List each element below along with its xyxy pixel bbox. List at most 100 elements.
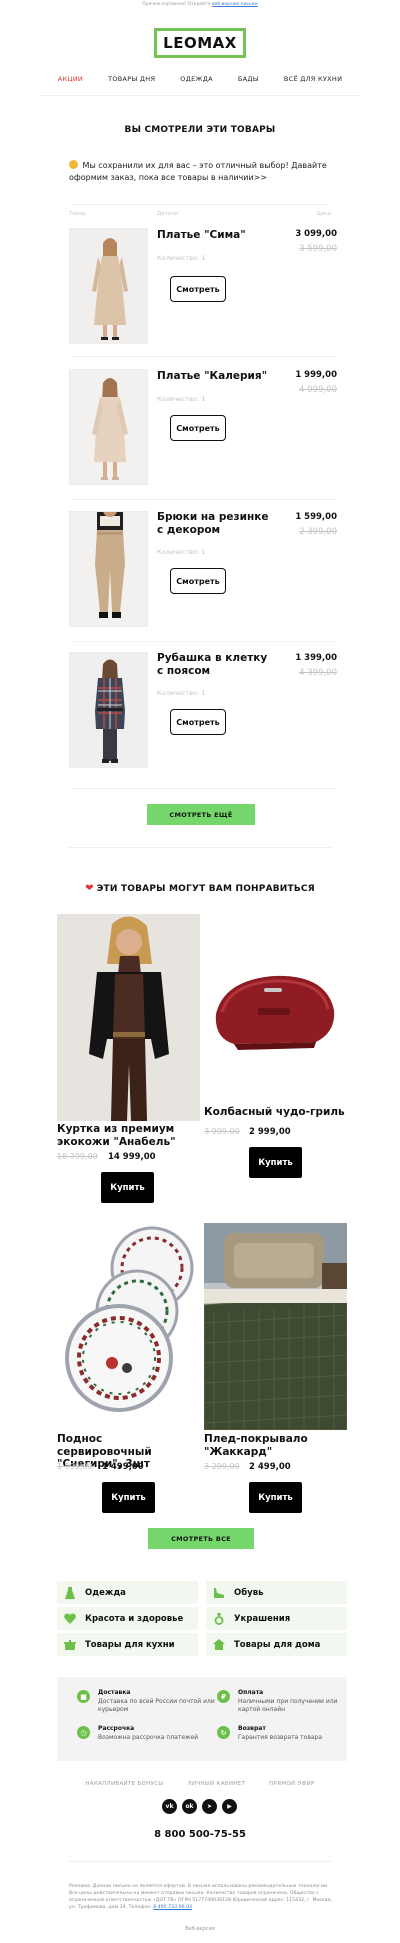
view-product-button[interactable]: Смотреть (170, 276, 226, 302)
bonus-link[interactable]: НАКАПЛИВАЙТЕ БОНУСЫ (85, 1781, 163, 1787)
product-quantity: Количество: 1 (157, 548, 206, 556)
buy-button[interactable]: Купить (101, 1172, 154, 1203)
column-product: Товар (69, 211, 86, 217)
row-divider (69, 788, 337, 789)
product-name[interactable]: Платье "Сима" (157, 229, 277, 242)
category-jewelry[interactable]: Украшения (206, 1607, 347, 1630)
legal-phone-link[interactable]: 8 495 733 96 03 (153, 1905, 192, 1910)
product-name[interactable]: Платье "Калерия" (157, 370, 277, 383)
nav-item-deals-of-day[interactable]: ТОВАРЫ ДНЯ (108, 75, 155, 83)
category-label: Красота и здоровье (85, 1613, 184, 1624)
product-old-price: 3 299,00 (204, 1462, 240, 1471)
perk-title: Возврат (238, 1725, 266, 1732)
column-details: Детали (157, 211, 179, 217)
top-nav: АКЦИИ ТОВАРЫ ДНЯ ОДЕЖДА БАДЫ ВСЁ ДЛЯ КУХ… (0, 72, 400, 86)
buy-button[interactable]: Купить (249, 1147, 302, 1178)
logo-text: LEOMAX (163, 34, 237, 52)
nav-item-clothing[interactable]: ОДЕЖДА (180, 75, 213, 83)
product-title[interactable]: Куртка из премиум экокожи "Анабель" (57, 1123, 200, 1148)
category-clothing[interactable]: Одежда (57, 1581, 198, 1604)
product-quantity: Количество: 1 (157, 689, 206, 697)
see-more-button[interactable]: СМОТРЕТЬ ЕЩЁ (147, 804, 255, 825)
product-photo[interactable] (204, 1223, 347, 1430)
product-name[interactable]: Брюки на резинке с декором (157, 511, 277, 537)
web-version-footer-link[interactable]: Веб-версия (0, 1926, 400, 1932)
perk-title: Оплата (238, 1689, 264, 1696)
perk-text: Наличными при получении или картой онлай… (238, 1698, 338, 1713)
nav-divider (39, 95, 361, 96)
ok-icon[interactable]: ok (182, 1799, 197, 1814)
product-old-price: 4 399,00 (299, 668, 337, 678)
brand-logo[interactable]: LEOMAX (154, 28, 246, 58)
category-beauty-health[interactable]: Красота и здоровье (57, 1607, 198, 1630)
product-old-price: 2 399,00 (299, 527, 337, 537)
row-divider (69, 641, 337, 642)
web-version-link[interactable]: веб-версию письма (212, 2, 258, 7)
category-shoes[interactable]: Обувь (206, 1581, 347, 1604)
account-link[interactable]: ЛИЧНЫЙ КАБИНЕТ (188, 1781, 246, 1787)
nav-item-kitchen[interactable]: ВСЁ ДЛЯ КУХНИ (284, 75, 342, 83)
perk-text: Возможна рассрочка платежей (98, 1734, 199, 1741)
product-price: 2 999,00 (249, 1127, 291, 1137)
product-name[interactable]: Рубашка в клетку с поясом (157, 652, 277, 678)
product-title[interactable]: Колбасный чудо-гриль (204, 1106, 347, 1119)
product-photo[interactable] (57, 1223, 200, 1430)
product-price: 1 999,00 (295, 370, 337, 380)
service-perks: ■ Доставка Доставка по всей России почто… (57, 1677, 347, 1761)
product-photo[interactable] (57, 914, 200, 1121)
viewed-table-header: Товар Детали Цена (69, 204, 331, 217)
legal-text: Реклама. Данное письмо не является оферт… (69, 1883, 335, 1911)
view-product-button[interactable]: Смотреть (170, 415, 226, 441)
buy-button[interactable]: Купить (102, 1482, 155, 1513)
product-photo[interactable] (204, 914, 347, 1121)
product-title[interactable]: Плед-покрывало "Жаккард" (204, 1433, 347, 1458)
perk-text: Гарантия возврата товара (238, 1734, 323, 1741)
product-old-price: 3 599,00 (299, 244, 337, 254)
view-product-button[interactable]: Смотреть (170, 568, 226, 594)
perk-text: Доставка по всей России почтой или курье… (98, 1698, 215, 1713)
live-stream-link[interactable]: ПРЯМОЙ ЭФИР (269, 1781, 315, 1787)
product-photo[interactable] (69, 511, 148, 627)
ruble-icon: ₽ (217, 1690, 230, 1703)
youtube-icon[interactable]: ▶ (222, 1799, 237, 1814)
nav-item-promotions[interactable]: АКЦИИ (58, 75, 83, 83)
house-icon (213, 1639, 225, 1651)
recommendations-title-text: ЭТИ ТОВАРЫ МОГУТ ВАМ ПОНРАВИТЬСЯ (96, 884, 315, 894)
buy-button[interactable]: Купить (249, 1482, 302, 1513)
telegram-icon[interactable]: ➤ (202, 1799, 217, 1814)
section-divider (69, 847, 331, 848)
category-label: Украшения (234, 1613, 291, 1624)
vk-icon[interactable]: vk (162, 1799, 177, 1814)
category-home[interactable]: Товары для дома (206, 1633, 347, 1656)
see-all-button[interactable]: СМОТРЕТЬ ВСЕ (148, 1528, 254, 1549)
recommendations-title: ❤ ЭТИ ТОВАРЫ МОГУТ ВАМ ПОНРАВИТЬСЯ (0, 883, 400, 894)
clock-icon: ◷ (77, 1726, 90, 1739)
product-photo[interactable] (69, 228, 148, 344)
product-price: 1 599,00 (295, 512, 337, 522)
product-old-price: 1 999,00 (57, 1462, 93, 1471)
product-price: 1 499,00 (102, 1462, 144, 1472)
category-kitchen[interactable]: Товары для кухни (57, 1633, 198, 1656)
hotline-phone[interactable]: 8 800 500-75-55 (0, 1829, 400, 1840)
product-old-price: 4 999,00 (299, 385, 337, 395)
perk-title: Рассрочка (98, 1725, 135, 1732)
product-old-price: 3 999,00 (204, 1127, 240, 1136)
pot-icon (64, 1639, 76, 1651)
perk-title: Доставка (98, 1689, 131, 1696)
product-photo[interactable] (69, 369, 148, 485)
category-label: Товары для дома (234, 1639, 321, 1650)
category-label: Одежда (85, 1587, 126, 1598)
category-label: Обувь (234, 1587, 264, 1598)
category-label: Товары для кухни (85, 1639, 175, 1650)
box-icon: ■ (77, 1690, 90, 1703)
view-product-button[interactable]: Смотреть (170, 709, 226, 735)
nav-item-supplements[interactable]: БАДЫ (238, 75, 259, 83)
product-photo[interactable] (69, 652, 148, 768)
product-quantity: Количество: 1 (157, 395, 206, 403)
viewed-intro: Мы сохранили их для вас – это отличный в… (69, 160, 339, 184)
dress-icon (64, 1586, 76, 1599)
row-divider (69, 356, 337, 357)
legal-body: Реклама. Данное письмо не является оферт… (69, 1884, 332, 1910)
footer-divider (69, 1861, 331, 1862)
return-icon: ↻ (217, 1726, 230, 1739)
